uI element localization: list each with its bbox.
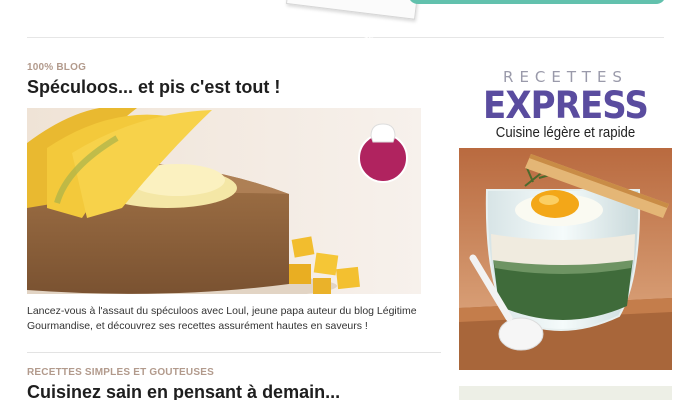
article-title[interactable]: Spéculoos... et pis c'est tout ! [27, 77, 441, 98]
ad-photo-egg-jar [459, 148, 672, 370]
article-excerpt: Lancez-vous à l'assaut du spéculoos avec… [27, 305, 417, 332]
sidebar-next-block [459, 386, 672, 400]
article-speculoos: 100% BLOG Spéculoos... et pis c'est tout… [27, 62, 441, 332]
article-photo-speculoos[interactable] [27, 108, 421, 294]
article-divider [27, 352, 441, 353]
recettes-express-ad[interactable]: RECETTES EXPRESS Cuisine légère et rapid… [459, 56, 672, 370]
article-title[interactable]: Cuisinez sain en pensant à demain... [27, 382, 441, 400]
header-note-card [285, 0, 421, 20]
article-category[interactable]: 100% BLOG [27, 62, 441, 74]
article-cuisinez-sain: RECETTES SIMPLES ET GOUTEUSES Cuisinez s… [27, 367, 441, 400]
article-category[interactable]: RECETTES SIMPLES ET GOUTEUSES [27, 367, 441, 379]
header-divider [27, 37, 664, 38]
ad-title-line2: EXPRESS [483, 84, 649, 127]
header-search-bar[interactable] [408, 0, 666, 4]
ad-tagline: Cuisine légère et rapide [495, 124, 636, 141]
